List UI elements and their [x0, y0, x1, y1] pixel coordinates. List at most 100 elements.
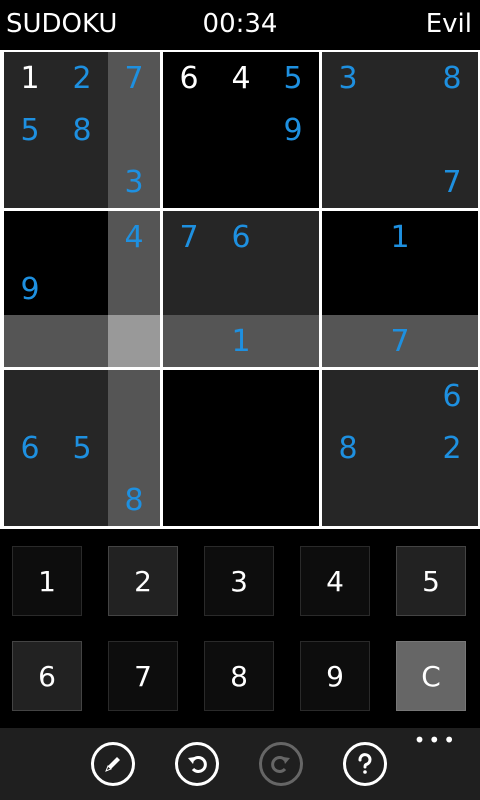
board-cell[interactable]: 6 — [215, 211, 267, 263]
board-cell[interactable] — [374, 422, 426, 474]
board-cell[interactable]: 4 — [215, 52, 267, 104]
board-cell[interactable] — [163, 315, 215, 367]
board-cell[interactable] — [215, 104, 267, 156]
board-cell[interactable] — [426, 211, 478, 263]
pencil-button[interactable] — [91, 742, 135, 786]
clear-button[interactable]: C — [396, 641, 466, 711]
board-cell[interactable] — [163, 370, 215, 422]
board-cell[interactable] — [56, 211, 108, 263]
board-cell[interactable]: 2 — [56, 52, 108, 104]
header: SUDOKU 00:34 Evil — [0, 0, 480, 50]
board-cell[interactable] — [4, 156, 56, 208]
board-cell[interactable] — [322, 474, 374, 526]
board-cell[interactable] — [108, 370, 160, 422]
board-cell[interactable] — [4, 370, 56, 422]
number-key-6[interactable]: 6 — [12, 641, 82, 711]
board-cell[interactable] — [108, 422, 160, 474]
board-cell[interactable] — [215, 263, 267, 315]
board-cell[interactable]: 5 — [267, 52, 319, 104]
board-cell[interactable]: 8 — [108, 474, 160, 526]
number-key-7[interactable]: 7 — [108, 641, 178, 711]
board-cell[interactable] — [267, 315, 319, 367]
board-cell[interactable] — [56, 474, 108, 526]
board-cell[interactable] — [374, 52, 426, 104]
board-cell[interactable]: 6 — [163, 52, 215, 104]
board-cell[interactable] — [426, 263, 478, 315]
board-cell[interactable] — [322, 211, 374, 263]
board-cell[interactable] — [374, 156, 426, 208]
board-cell[interactable] — [374, 104, 426, 156]
board-cell[interactable] — [426, 315, 478, 367]
number-key-3[interactable]: 3 — [204, 546, 274, 616]
board-cell[interactable] — [56, 315, 108, 367]
board-cell[interactable] — [215, 370, 267, 422]
number-key-2[interactable]: 2 — [108, 546, 178, 616]
board-cell[interactable]: 8 — [56, 104, 108, 156]
board-cell[interactable] — [374, 370, 426, 422]
board-cell[interactable]: 9 — [267, 104, 319, 156]
board-cell[interactable] — [108, 315, 160, 367]
redo-button[interactable] — [259, 742, 303, 786]
board-cell[interactable]: 9 — [4, 263, 56, 315]
board-cell[interactable]: 6 — [4, 422, 56, 474]
board-cell[interactable] — [163, 104, 215, 156]
sudoku-board: 12764538589374761917665828 — [0, 50, 480, 529]
board-cell[interactable] — [322, 370, 374, 422]
board-cell[interactable]: 3 — [108, 156, 160, 208]
board-cell[interactable]: 6 — [426, 370, 478, 422]
board-cell[interactable] — [163, 422, 215, 474]
board-cell[interactable] — [163, 474, 215, 526]
board-cell[interactable] — [322, 315, 374, 367]
number-key-9[interactable]: 9 — [300, 641, 370, 711]
board-cell[interactable] — [56, 156, 108, 208]
board-cell[interactable]: 7 — [163, 211, 215, 263]
board-cell[interactable]: 8 — [426, 52, 478, 104]
number-key-8[interactable]: 8 — [204, 641, 274, 711]
board-cell[interactable] — [163, 156, 215, 208]
board-cell[interactable]: 7 — [108, 52, 160, 104]
board-cell[interactable]: 1 — [4, 52, 56, 104]
board-cell[interactable] — [56, 370, 108, 422]
board-cell[interactable] — [426, 104, 478, 156]
board-cell[interactable]: 4 — [108, 211, 160, 263]
board-cell[interactable]: 5 — [56, 422, 108, 474]
board-cell[interactable]: 3 — [322, 52, 374, 104]
board-cell[interactable] — [56, 263, 108, 315]
board-cell[interactable] — [267, 156, 319, 208]
difficulty-label[interactable]: Evil — [426, 6, 472, 42]
number-key-1[interactable]: 1 — [12, 546, 82, 616]
board-cell[interactable] — [322, 263, 374, 315]
board-cell[interactable]: 8 — [322, 422, 374, 474]
board-cell[interactable]: 7 — [374, 315, 426, 367]
board-cell[interactable] — [374, 263, 426, 315]
board-cell[interactable] — [267, 263, 319, 315]
board-cell[interactable] — [163, 263, 215, 315]
board-cell[interactable] — [267, 474, 319, 526]
board-cell[interactable] — [374, 474, 426, 526]
board-cell[interactable] — [267, 422, 319, 474]
board-cell[interactable] — [215, 156, 267, 208]
board-cell[interactable] — [108, 263, 160, 315]
board-cell[interactable] — [215, 422, 267, 474]
board-cell[interactable]: 5 — [4, 104, 56, 156]
board-cell[interactable]: 1 — [215, 315, 267, 367]
board-cell[interactable] — [426, 474, 478, 526]
board-cell[interactable] — [215, 474, 267, 526]
board-cell[interactable] — [4, 474, 56, 526]
more-menu-button[interactable]: ••• — [414, 730, 458, 750]
board-cell[interactable] — [4, 211, 56, 263]
redo-icon — [271, 756, 290, 773]
board-cell[interactable] — [267, 370, 319, 422]
board-cell[interactable] — [108, 104, 160, 156]
board-cell[interactable] — [267, 211, 319, 263]
undo-button[interactable] — [175, 742, 219, 786]
board-cell[interactable]: 7 — [426, 156, 478, 208]
board-cell[interactable]: 2 — [426, 422, 478, 474]
number-key-4[interactable]: 4 — [300, 546, 370, 616]
board-cell[interactable] — [4, 315, 56, 367]
help-button[interactable] — [343, 742, 387, 786]
number-key-5[interactable]: 5 — [396, 546, 466, 616]
board-cell[interactable]: 1 — [374, 211, 426, 263]
board-cell[interactable] — [322, 104, 374, 156]
board-cell[interactable] — [322, 156, 374, 208]
